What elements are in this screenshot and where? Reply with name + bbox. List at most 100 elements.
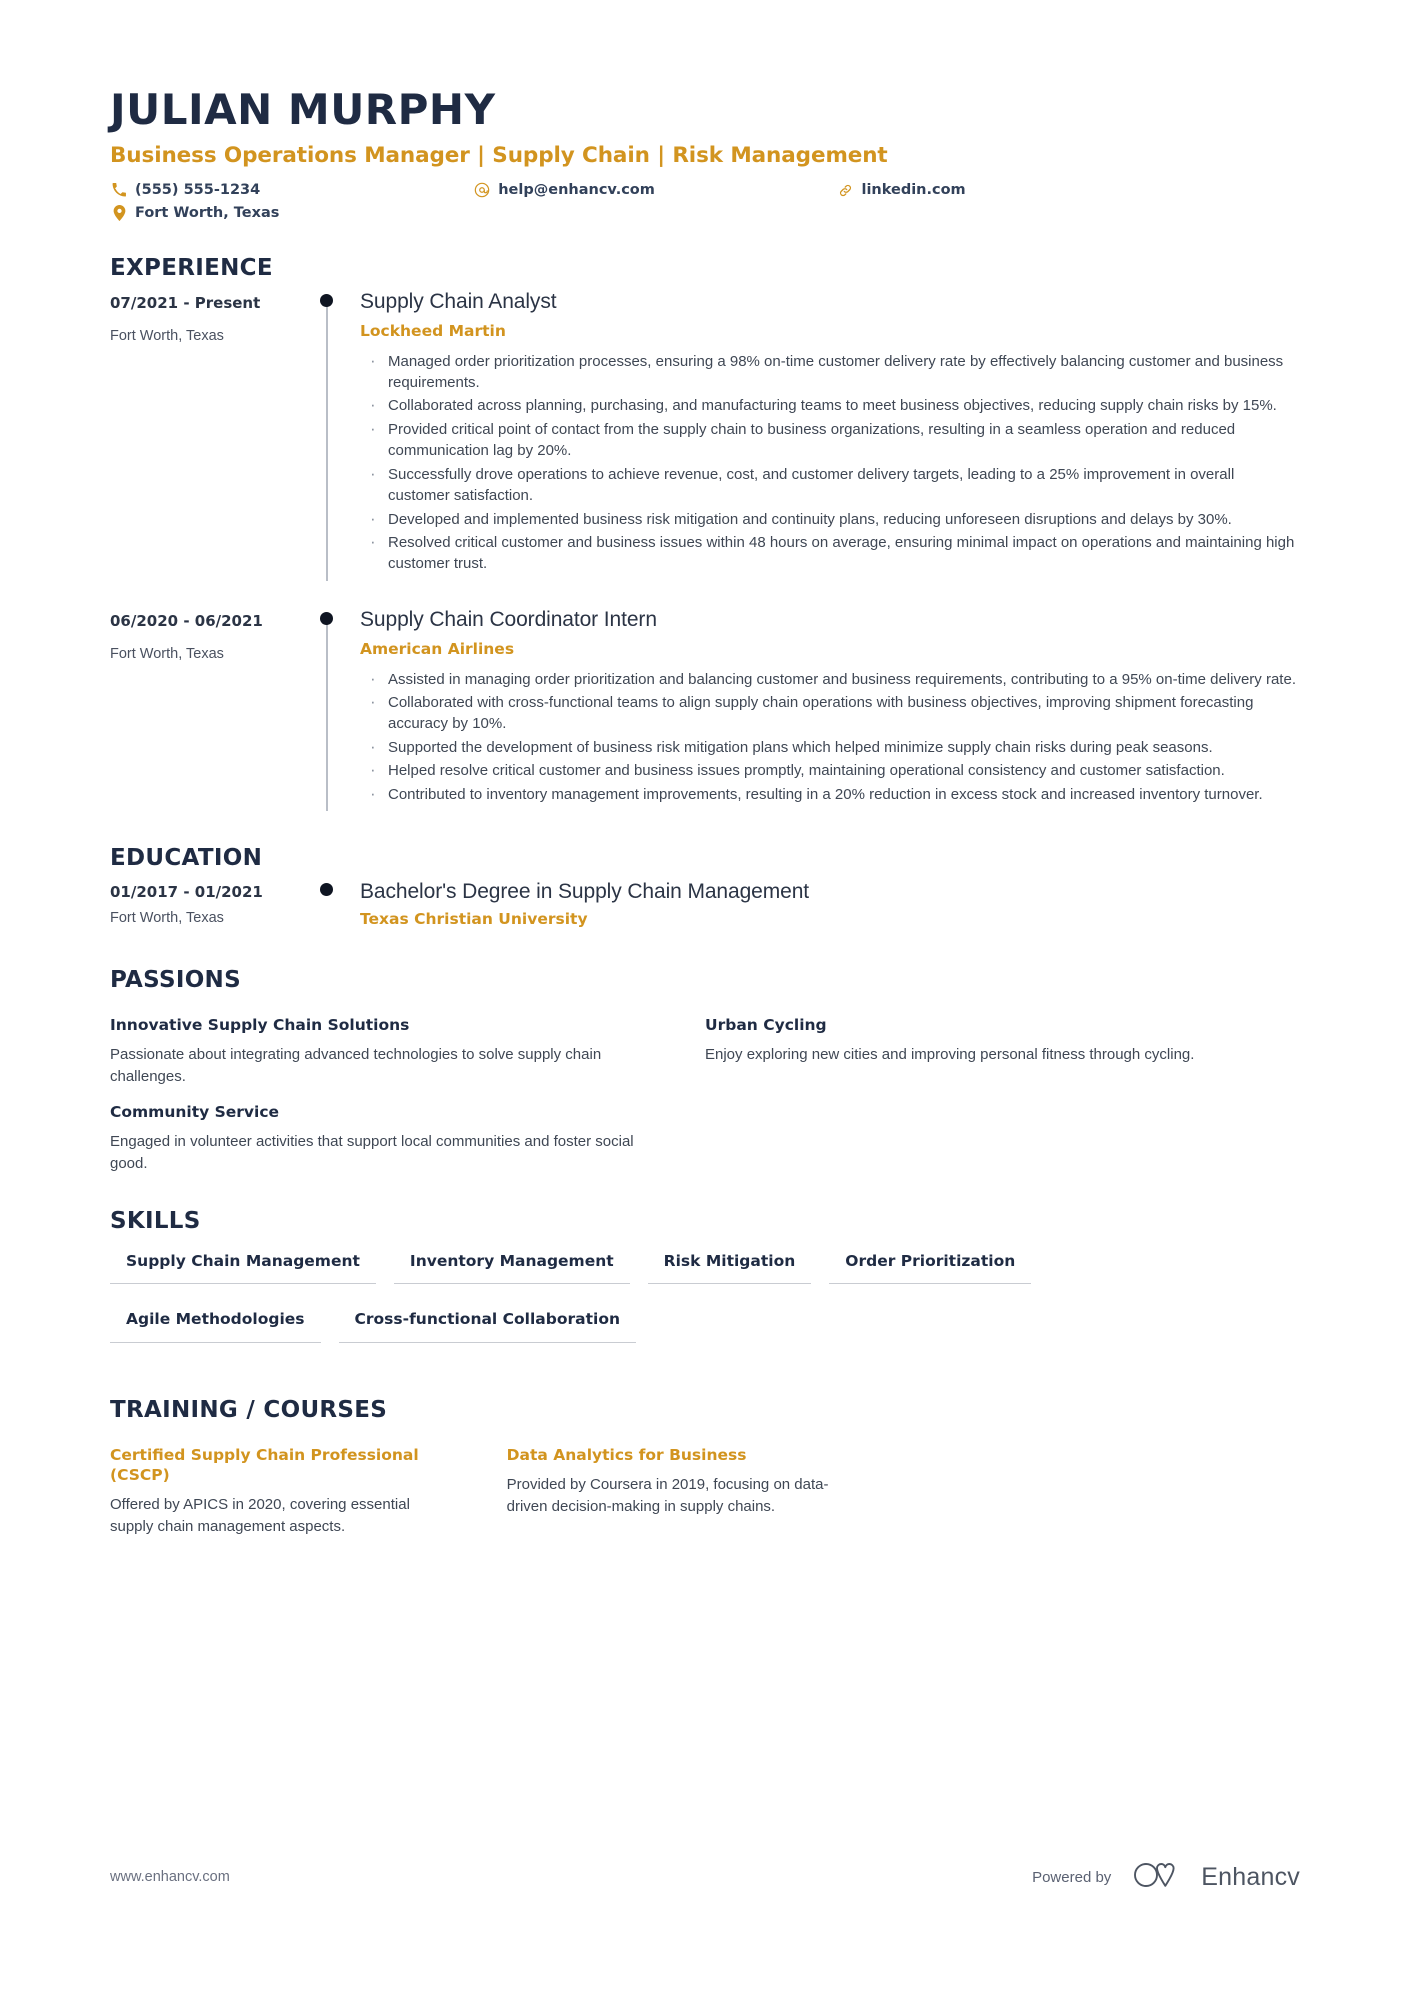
education-entry-body: Bachelor's Degree in Supply Chain Manage… (360, 879, 1300, 934)
email-icon (473, 182, 491, 198)
experience-entry: 06/2020 - 06/2021 Fort Worth, Texas Supp… (110, 607, 1300, 812)
timeline-line (326, 620, 328, 812)
contact-phone[interactable]: (555) 555-1234 (110, 182, 473, 198)
footer-website-url[interactable]: www.enhancv.com (110, 1870, 230, 1885)
training-title: Certified Supply Chain Professional (CSC… (110, 1445, 419, 1484)
list-item: Provided critical point of contact from … (360, 417, 1300, 462)
skill-tag: Agile Methodologies (110, 1304, 321, 1344)
list-item: Managed order prioritization processes, … (360, 349, 1300, 394)
contact-linkedin-value: linkedin.com (861, 182, 966, 199)
training-grid: Certified Supply Chain Professional (CSC… (110, 1431, 1300, 1538)
experience-bullet-list: Managed order prioritization processes, … (360, 349, 1300, 575)
list-item: Collaborated across planning, purchasing… (360, 393, 1300, 418)
passions-section: PASSIONS Innovative Supply Chain Solutio… (110, 967, 1300, 1174)
skill-tag: Inventory Management (393, 1246, 630, 1285)
skill-tag: Order Prioritization (829, 1246, 1032, 1285)
resume-page: JULIAN MURPHY Business Operations Manage… (0, 0, 1410, 1995)
experience-company: Lockheed Martin (360, 322, 506, 341)
passion-text: Engaged in volunteer activities that sup… (110, 1132, 634, 1172)
powered-by-block: Powered by Enhancv (1032, 1860, 1300, 1895)
location-pin-icon (110, 205, 128, 222)
experience-job-title: Supply Chain Coordinator Intern (360, 607, 657, 631)
experience-job-title: Supply Chain Analyst (360, 289, 557, 313)
experience-company: American Airlines (360, 640, 515, 659)
training-item: Certified Supply Chain Professional (CSC… (110, 1445, 507, 1538)
training-section-title: TRAINING / COURSES (110, 1397, 388, 1424)
passions-section-title: PASSIONS (110, 967, 241, 994)
passion-text: Enjoy exploring new cities and improving… (705, 1046, 1195, 1064)
passion-item: Urban Cycling Enjoy exploring new cities… (705, 1015, 1300, 1088)
education-section: EDUCATION 01/2017 - 01/2021 Fort Worth, … (110, 845, 1300, 933)
experience-entry-body: Supply Chain Analyst Lockheed Martin Man… (360, 289, 1300, 581)
list-item: Developed and implemented business risk … (360, 507, 1300, 532)
skill-tag: Cross-functional Collaboration (338, 1304, 637, 1344)
contact-location-value: Fort Worth, Texas (135, 205, 280, 222)
contact-phone-value: (555) 555-1234 (135, 182, 261, 199)
timeline-dot (320, 882, 333, 896)
passion-title: Innovative Supply Chain Solutions (110, 1015, 410, 1034)
passion-item: Community Service Engaged in volunteer a… (110, 1102, 705, 1175)
list-item: Successfully drove operations to achieve… (360, 462, 1300, 507)
education-institution: Texas Christian University (360, 910, 588, 928)
skills-list: Supply Chain Management Inventory Manage… (110, 1246, 1070, 1363)
experience-section-title: EXPERIENCE (110, 255, 273, 282)
list-item: Contributed to inventory management impr… (360, 782, 1300, 807)
timeline-rail (315, 607, 360, 812)
list-item: Assisted in managing order prioritizatio… (360, 666, 1300, 691)
enhancv-brand-name: Enhancv (1201, 1863, 1300, 1891)
passion-text: Passionate about integrating advanced te… (110, 1046, 602, 1085)
timeline-dot (320, 611, 333, 625)
education-entry-location: Fort Worth, Texas (110, 910, 224, 927)
phone-icon (110, 182, 128, 198)
list-item: Helped resolve critical customer and bus… (360, 758, 1300, 783)
education-entry-meta: 01/2017 - 01/2021 Fort Worth, Texas (110, 879, 315, 928)
experience-entry-date: 07/2021 - Present (110, 293, 261, 312)
timeline-dot (320, 293, 333, 307)
education-entry-date: 01/2017 - 01/2021 (110, 882, 263, 901)
contact-details: (555) 555-1234 help@enhancv.com linkedin… (110, 182, 1060, 222)
experience-section: EXPERIENCE 07/2021 - Present Fort Worth,… (110, 255, 1300, 812)
education-entry: 01/2017 - 01/2021 Fort Worth, Texas Bach… (110, 879, 1300, 934)
passions-grid: Innovative Supply Chain Solutions Passio… (110, 1001, 1300, 1174)
professional-headline: Business Operations Manager | Supply Cha… (110, 142, 888, 168)
education-section-title: EDUCATION (110, 845, 263, 872)
training-item: Data Analytics for Business Provided by … (507, 1445, 904, 1538)
skill-tag: Risk Mitigation (647, 1246, 812, 1285)
experience-entry-date: 06/2020 - 06/2021 (110, 611, 263, 630)
list-item: Supported the development of business ri… (360, 735, 1300, 760)
training-section: TRAINING / COURSES Certified Supply Chai… (110, 1397, 1300, 1537)
contact-linkedin[interactable]: linkedin.com (836, 182, 1060, 198)
experience-entry-location: Fort Worth, Texas (110, 328, 224, 345)
enhancv-brand: Enhancv (1133, 1860, 1300, 1895)
link-icon (836, 182, 854, 198)
enhancv-logo-icon (1133, 1860, 1189, 1895)
experience-entry-meta: 06/2020 - 06/2021 Fort Worth, Texas (110, 607, 315, 664)
training-text: Offered by APICS in 2020, covering essen… (110, 1495, 410, 1535)
experience-bullet-list: Assisted in managing order prioritizatio… (360, 666, 1300, 807)
experience-entry-body: Supply Chain Coordinator Intern American… (360, 607, 1300, 811)
experience-entry-meta: 07/2021 - Present Fort Worth, Texas (110, 289, 315, 346)
page-footer: www.enhancv.com Powered by Enhancv (110, 1860, 1300, 1895)
timeline-rail (315, 879, 360, 934)
passion-item: Innovative Supply Chain Solutions Passio… (110, 1015, 705, 1088)
timeline-line (326, 302, 328, 581)
training-text: Provided by Coursera in 2019, focusing o… (506, 1475, 829, 1515)
contact-email[interactable]: help@enhancv.com (473, 182, 836, 198)
list-item: Resolved critical customer and business … (360, 530, 1300, 575)
education-degree: Bachelor's Degree in Supply Chain Manage… (360, 879, 810, 903)
contact-location: Fort Worth, Texas (110, 205, 500, 222)
passion-title: Community Service (110, 1102, 280, 1121)
passion-title: Urban Cycling (705, 1015, 827, 1034)
skill-tag: Supply Chain Management (110, 1246, 376, 1285)
skills-section: SKILLS Supply Chain Management Inventory… (110, 1208, 1300, 1363)
powered-by-label: Powered by (1032, 1869, 1112, 1886)
timeline-rail (315, 289, 360, 581)
contact-email-value: help@enhancv.com (498, 182, 655, 199)
page-title: JULIAN MURPHY (110, 85, 496, 134)
skills-section-title: SKILLS (110, 1208, 201, 1235)
experience-entry: 07/2021 - Present Fort Worth, Texas Supp… (110, 289, 1300, 581)
experience-entry-location: Fort Worth, Texas (110, 646, 224, 663)
training-title: Data Analytics for Business (506, 1445, 747, 1464)
list-item: Collaborated with cross-functional teams… (360, 690, 1300, 735)
resume-header: JULIAN MURPHY Business Operations Manage… (110, 0, 1300, 222)
